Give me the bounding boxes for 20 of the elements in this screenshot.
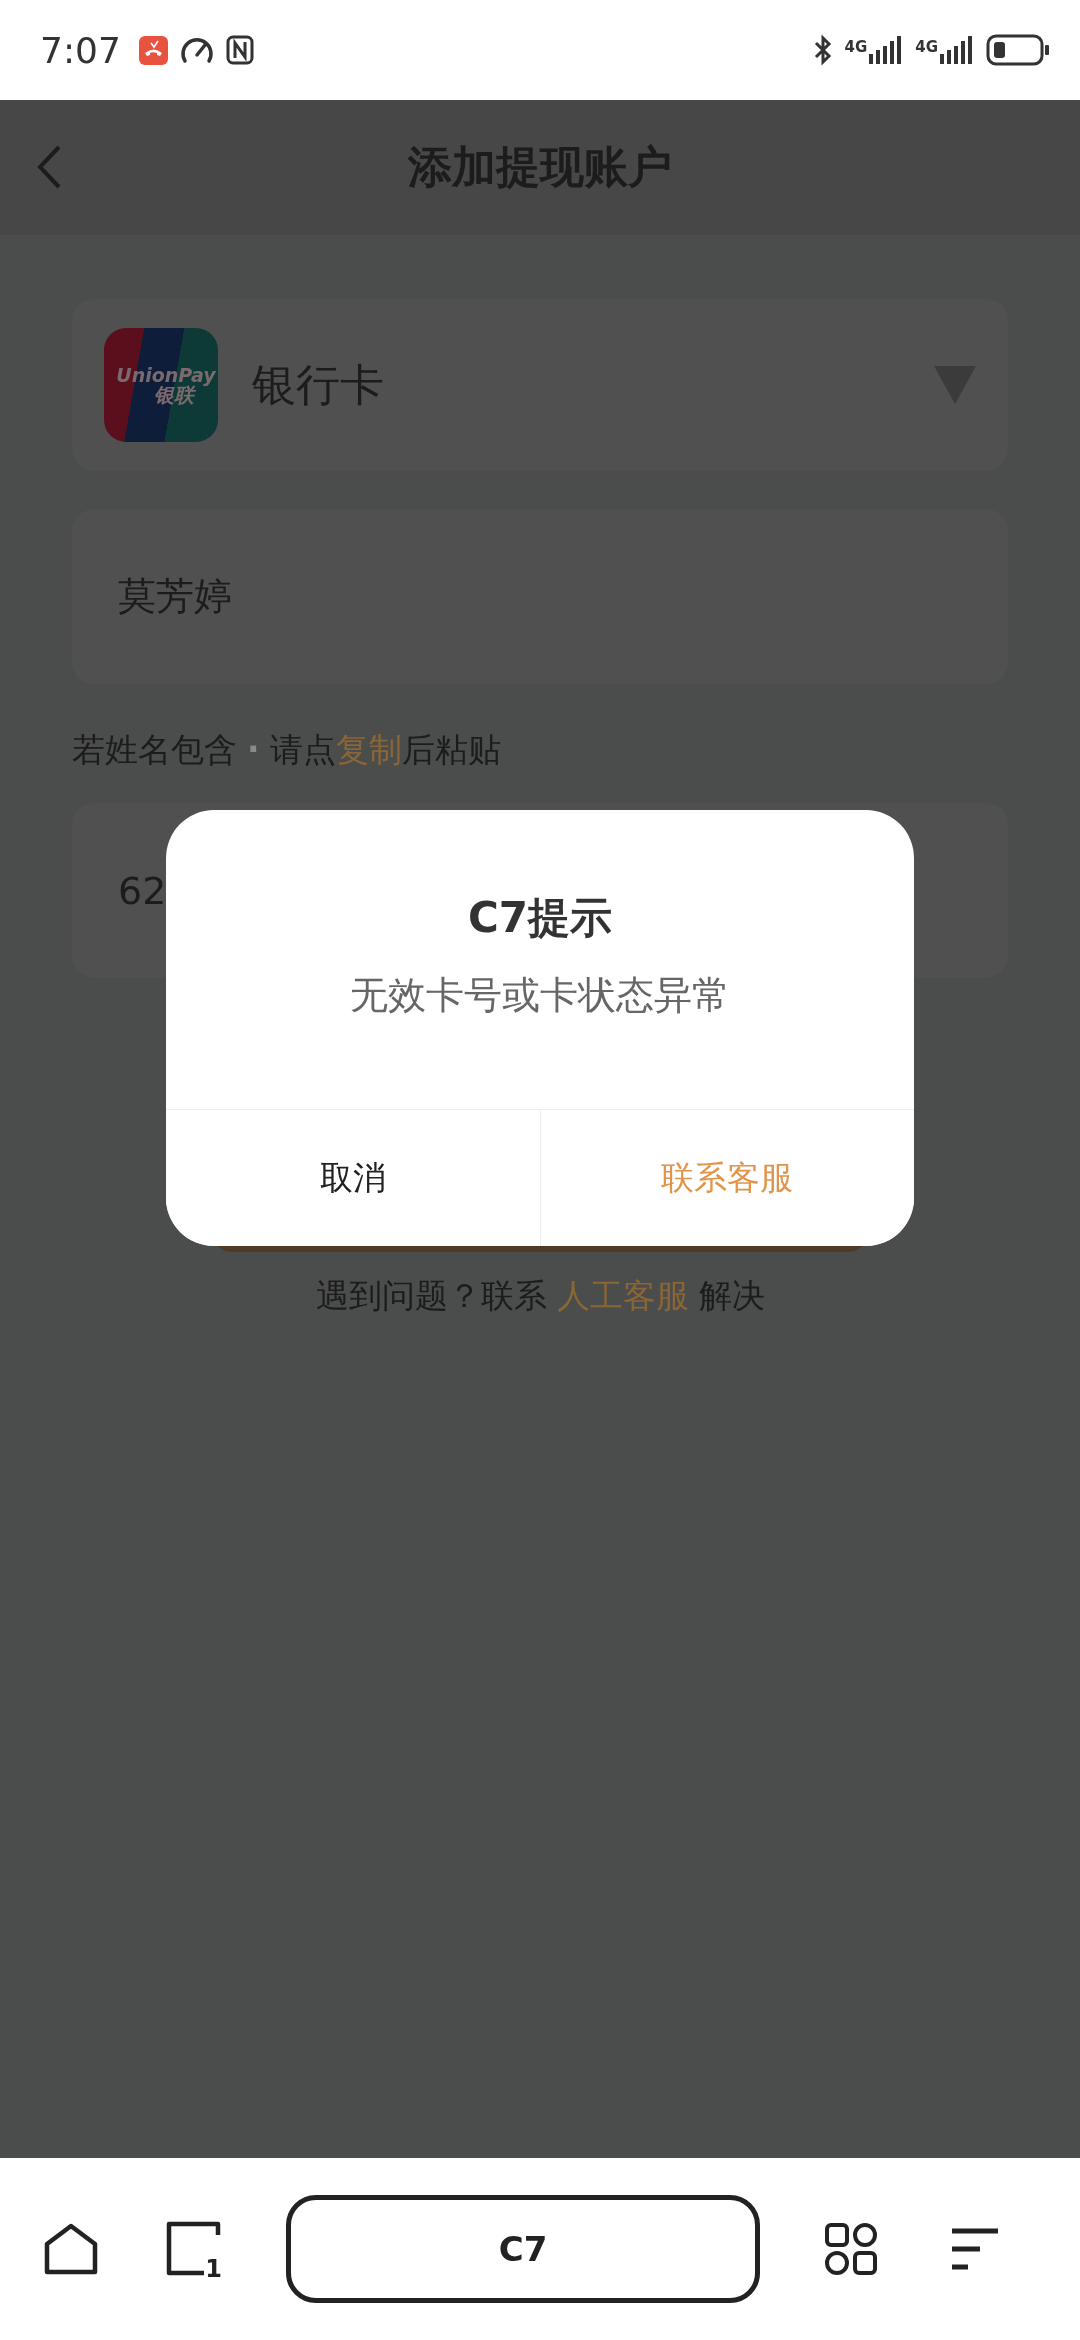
link[interactable]: 复制 [335, 730, 402, 769]
network-type-label: 4G [844, 38, 868, 56]
clock: 7:07 [40, 29, 121, 71]
nfc-icon [225, 35, 254, 65]
signal-icon [940, 36, 974, 64]
apps-grid-icon[interactable] [824, 2222, 878, 2276]
contact-support-button[interactable]: 联系客服 [539, 1110, 914, 1246]
speedometer-icon [179, 35, 214, 65]
menu-icon[interactable] [950, 2227, 1000, 2271]
bluetooth-icon [812, 34, 833, 66]
network-type-label: 4G [915, 38, 938, 56]
phone-app-icon [138, 35, 168, 65]
battery-icon [986, 34, 1050, 66]
signal-icon [869, 36, 904, 64]
home-icon[interactable] [44, 2222, 98, 2276]
dialog-message: 无效卡号或卡状态异常 [349, 972, 731, 1019]
dialog-title: C7提示 [466, 892, 613, 944]
address-bar[interactable]: C7 [286, 2195, 760, 2303]
link[interactable]: 人工客服 [556, 1276, 689, 1315]
tabs-button[interactable]: 1 [166, 2221, 222, 2277]
